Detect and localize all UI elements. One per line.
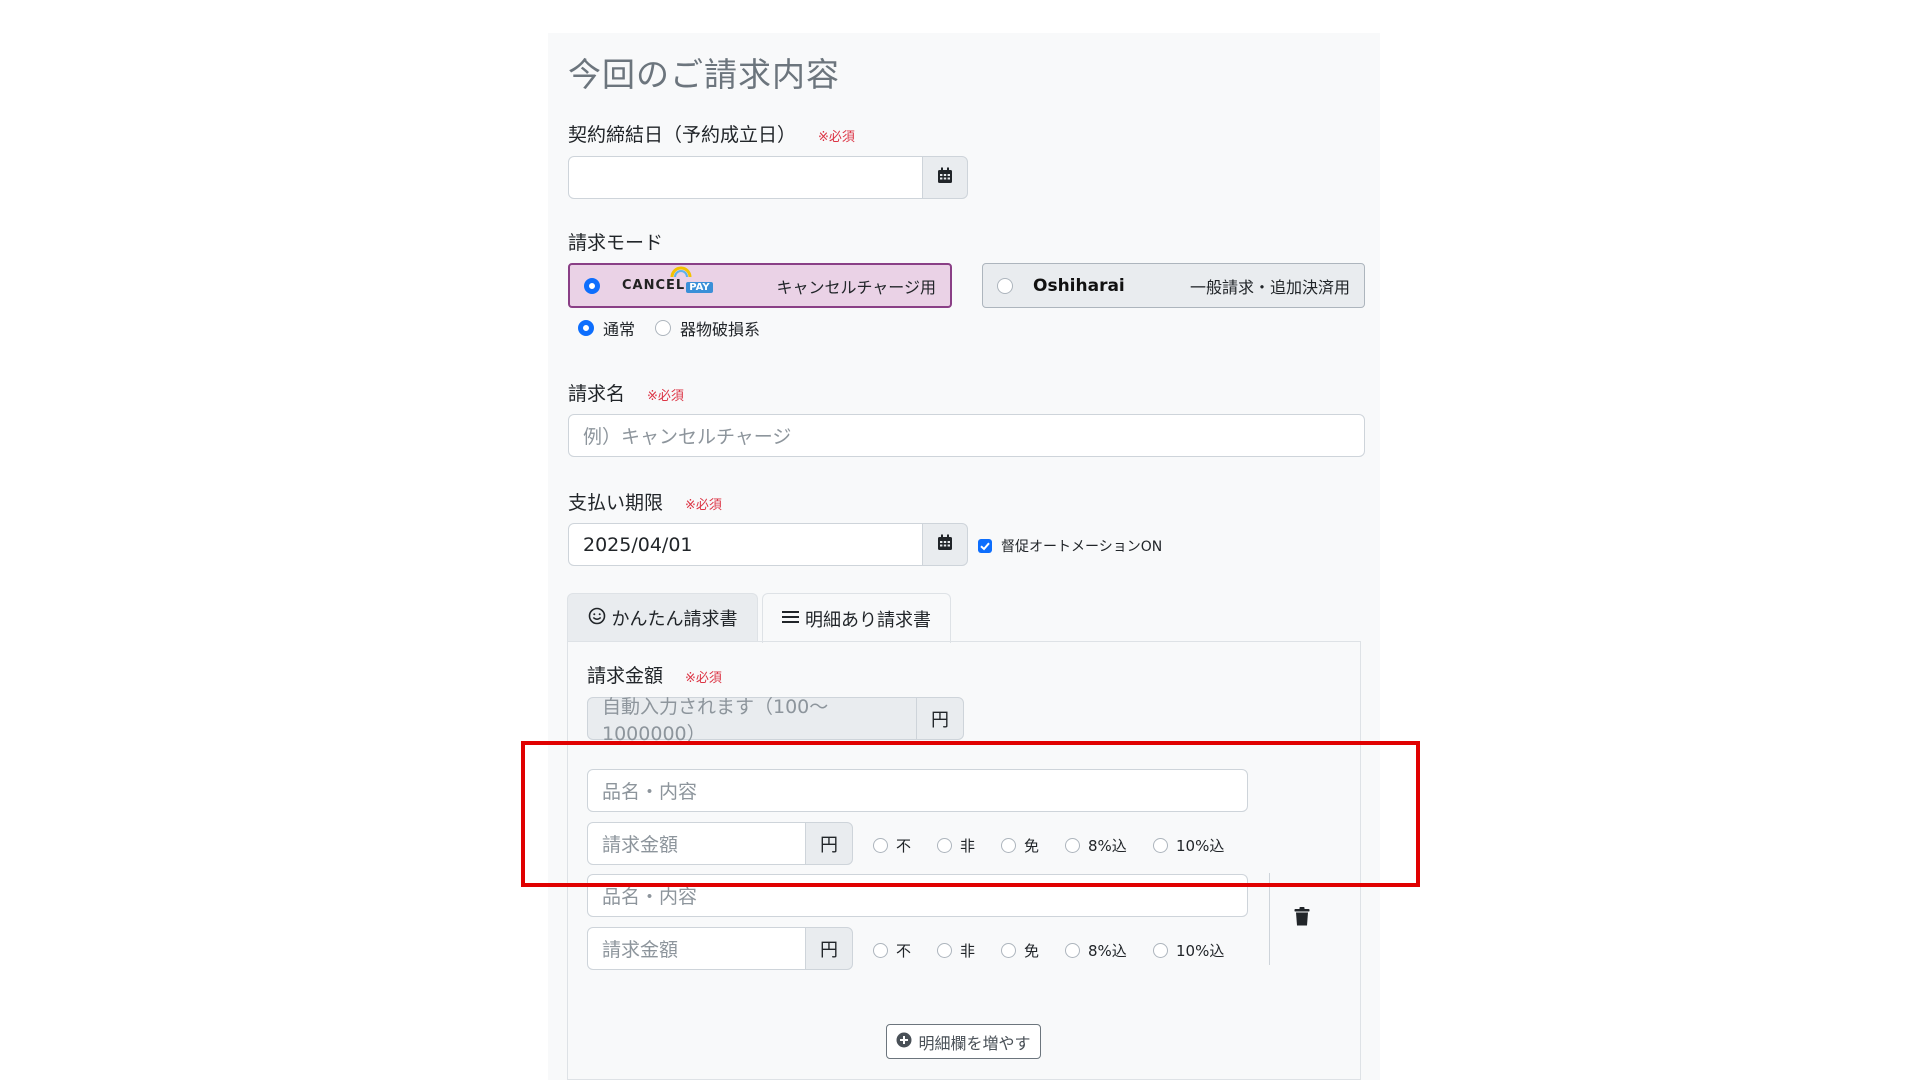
automation-option: 督促オートメーションON [978, 536, 1162, 556]
trash-icon [1294, 907, 1310, 930]
calendar-icon [937, 167, 953, 189]
tax-label: 免 [1024, 942, 1040, 960]
cancelpay-logo-text: CANCEL [622, 278, 686, 293]
due-date-calendar-button[interactable] [922, 523, 968, 566]
oshiharai-description: 一般請求・追加決済用 [1189, 277, 1350, 297]
required-mark: ※必須 [818, 130, 855, 145]
tax-radio[interactable] [873, 943, 888, 958]
due-date-label: 支払い期限 ※必須 [568, 488, 722, 515]
billing-mode-label: 請求モード [568, 232, 664, 254]
cancelpay-mode-option[interactable]: CANCEL PAY キャンセルチャージ用 [568, 263, 952, 308]
tab-simple-invoice[interactable]: かんたん請求書 [567, 593, 758, 642]
automation-label: 督促オートメーションON [1001, 539, 1163, 555]
cancelpay-radio[interactable] [584, 277, 600, 294]
amount-label-text: 請求金額 [587, 665, 664, 687]
line-item-2-tax-4[interactable]: 10%込 [1153, 940, 1224, 961]
tax-label: 8%込 [1088, 942, 1127, 960]
tax-label: 10%込 [1176, 942, 1225, 960]
oshiharai-logo: Oshiharai [1033, 275, 1125, 296]
oshiharai-radio[interactable] [997, 277, 1013, 294]
highlight-box [521, 741, 1420, 887]
required-mark: ※必須 [685, 671, 722, 686]
tab-detailed-invoice[interactable]: 明細あり請求書 [762, 593, 951, 643]
line-item-2-tax-2[interactable]: 免 [1001, 940, 1039, 961]
add-line-item-button[interactable]: 明細欄を増やす [886, 1024, 1041, 1059]
line-item-2-tax-3[interactable]: 8%込 [1065, 940, 1127, 961]
line-item-2-amount-input[interactable]: 請求金額 [587, 927, 806, 970]
calendar-icon [937, 534, 953, 556]
tax-label: 不 [896, 942, 912, 960]
delete-line-item-button[interactable] [1294, 907, 1310, 930]
cancelpay-logo: CANCEL PAY [622, 266, 713, 293]
tax-radio[interactable] [1001, 943, 1016, 958]
amount-unit: 円 [916, 697, 964, 740]
tab-simple-invoice-label: かんたん請求書 [611, 609, 738, 630]
due-date-label-text: 支払い期限 [568, 492, 664, 514]
required-mark: ※必須 [685, 498, 722, 513]
smile-icon [588, 607, 606, 630]
billing-submode-group: 通常 器物破損系 [578, 316, 760, 340]
amount-input: 自動入力されます（100〜1000000） [587, 696, 917, 745]
line-item-2-unit: 円 [805, 927, 853, 970]
plus-circle-icon [896, 1032, 912, 1052]
submode-normal-radio[interactable] [578, 320, 594, 336]
tax-radio[interactable] [1065, 943, 1080, 958]
submode-damage-radio[interactable] [655, 320, 672, 336]
tax-radio[interactable] [937, 943, 952, 958]
tax-label: 非 [960, 942, 976, 960]
amount-label: 請求金額 ※必須 [587, 661, 722, 688]
calendar-button[interactable] [922, 156, 968, 199]
submode-damage-label: 器物破損系 [680, 320, 761, 339]
billing-name-label: 請求名 ※必須 [568, 379, 684, 406]
billing-name-label-text: 請求名 [568, 383, 626, 405]
add-line-item-label: 明細欄を増やす [918, 1033, 1031, 1053]
required-mark: ※必須 [647, 389, 684, 404]
section-title: 今回のご請求内容 [568, 55, 840, 94]
automation-checkbox[interactable] [978, 539, 992, 553]
tax-radio[interactable] [1153, 943, 1168, 958]
due-date-input[interactable]: 2025/04/01 [568, 523, 923, 566]
line-item-2-tax-1[interactable]: 非 [937, 940, 975, 961]
contract-date-label: 契約締結日（予約成立日） ※必須 [568, 120, 855, 147]
cancelpay-logo-pay: PAY [686, 282, 713, 293]
line-item-2-tax-0[interactable]: 不 [873, 940, 911, 961]
contract-date-input[interactable] [568, 156, 923, 199]
contract-date-label-text: 契約締結日（予約成立日） [568, 124, 797, 146]
list-icon [782, 608, 799, 629]
oshiharai-mode-option[interactable]: Oshiharai 一般請求・追加決済用 [982, 263, 1365, 308]
sun-icon [670, 266, 692, 278]
cancelpay-description: キャンセルチャージ用 [776, 277, 936, 297]
billing-name-input[interactable]: 例）キャンセルチャージ [568, 414, 1365, 457]
submode-normal-label: 通常 [603, 320, 636, 339]
tab-detailed-invoice-label: 明細あり請求書 [805, 609, 931, 631]
